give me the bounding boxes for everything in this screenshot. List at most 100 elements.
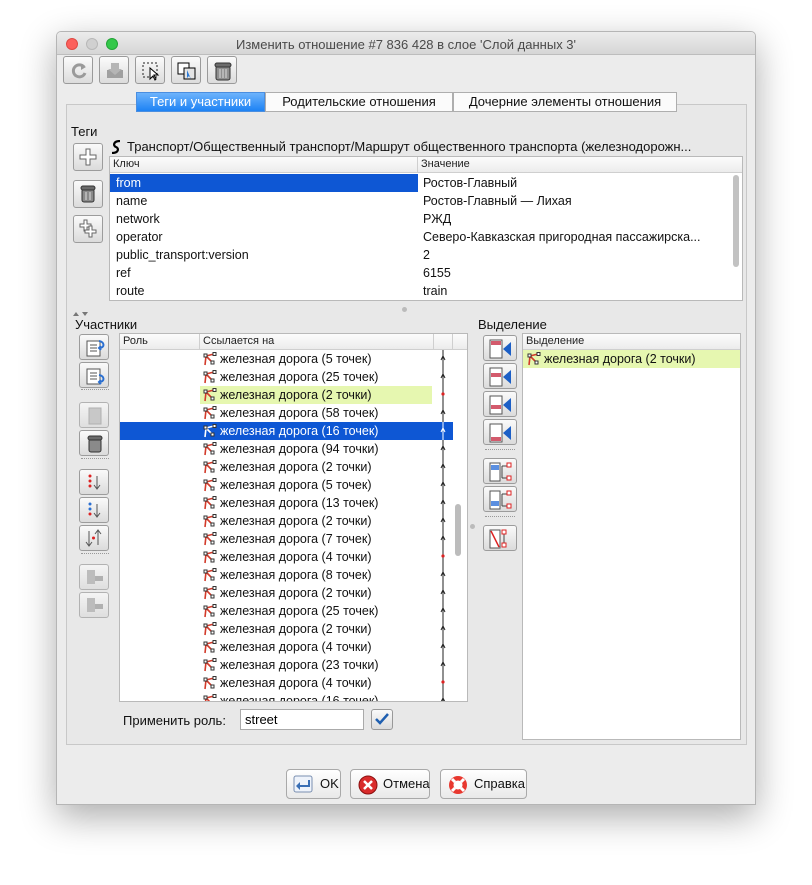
member-row[interactable]: железная дорога (4 точки) bbox=[120, 674, 453, 692]
tag-key[interactable]: from bbox=[116, 174, 416, 192]
member-role[interactable] bbox=[123, 368, 198, 386]
member-reference[interactable]: железная дорога (2 точки) bbox=[200, 512, 432, 530]
member-reference[interactable]: железная дорога (16 точек) bbox=[200, 422, 432, 440]
member-reference[interactable]: железная дорога (5 точек) bbox=[200, 476, 432, 494]
member-row[interactable]: железная дорога (5 точек) bbox=[120, 476, 453, 494]
remove-member-button[interactable] bbox=[79, 430, 109, 456]
move-down-button[interactable] bbox=[79, 362, 109, 388]
apply-role-button[interactable] bbox=[371, 709, 393, 730]
column-header-selection[interactable]: Выделение bbox=[523, 334, 740, 350]
tag-key[interactable]: network bbox=[116, 210, 416, 228]
tag-value[interactable]: 6155 bbox=[423, 264, 727, 282]
member-role[interactable] bbox=[123, 440, 198, 458]
reverse-members-button[interactable] bbox=[79, 525, 109, 551]
member-reference[interactable]: железная дорога (2 точки) bbox=[200, 584, 432, 602]
paste-tags-button[interactable] bbox=[73, 215, 103, 243]
select-members-button[interactable] bbox=[135, 56, 165, 84]
select-members-from-selection-button[interactable] bbox=[483, 486, 517, 512]
add-selected-after-button[interactable] bbox=[483, 391, 517, 417]
column-header-role[interactable]: Роль bbox=[120, 334, 200, 350]
member-row[interactable]: железная дорога (7 точек) bbox=[120, 530, 453, 548]
member-row[interactable]: железная дорога (23 точки) bbox=[120, 656, 453, 674]
member-reference[interactable]: железная дорога (16 точек) bbox=[200, 692, 432, 701]
tag-value[interactable]: Ростов-Главный — Лихая bbox=[423, 192, 727, 210]
member-reference[interactable]: железная дорога (2 точки) bbox=[200, 458, 432, 476]
edit-member-button[interactable] bbox=[79, 402, 109, 428]
member-reference[interactable]: железная дорога (4 точки) bbox=[200, 674, 432, 692]
member-reference[interactable]: железная дорога (94 точки) bbox=[200, 440, 432, 458]
member-reference[interactable]: железная дорога (7 точек) bbox=[200, 530, 432, 548]
tag-row[interactable]: public_transport:version 2 bbox=[110, 246, 730, 264]
member-row[interactable]: железная дорога (13 точек) bbox=[120, 494, 453, 512]
member-row[interactable]: железная дорога (58 точек) bbox=[120, 404, 453, 422]
tag-row[interactable]: network РЖД bbox=[110, 210, 730, 228]
member-role[interactable] bbox=[123, 638, 198, 656]
member-role[interactable] bbox=[123, 566, 198, 584]
member-row[interactable]: железная дорога (2 точки) bbox=[120, 620, 453, 638]
column-header-linkage[interactable] bbox=[434, 334, 453, 350]
member-role[interactable] bbox=[123, 620, 198, 638]
add-selected-first-button[interactable] bbox=[483, 335, 517, 361]
member-row[interactable]: железная дорога (25 точек) bbox=[120, 602, 453, 620]
member-reference[interactable]: железная дорога (23 точки) bbox=[200, 656, 432, 674]
member-reference[interactable]: железная дорога (4 точки) bbox=[200, 638, 432, 656]
tag-key[interactable]: name bbox=[116, 192, 416, 210]
tag-value[interactable]: Северо-Кавказская пригородная пассажирск… bbox=[423, 228, 727, 246]
vertical-splitter-dot[interactable] bbox=[470, 524, 475, 529]
member-row[interactable]: железная дорога (25 точек) bbox=[120, 368, 453, 386]
member-row[interactable]: железная дорога (2 точки) bbox=[120, 512, 453, 530]
member-row[interactable]: железная дорога (4 точки) bbox=[120, 638, 453, 656]
member-reference[interactable]: железная дорога (5 точек) bbox=[200, 350, 432, 368]
help-button[interactable]: Справка bbox=[440, 769, 527, 799]
splitter[interactable] bbox=[71, 306, 743, 316]
remove-selected-members-button[interactable] bbox=[483, 525, 517, 551]
member-row[interactable]: железная дорога (16 точек) bbox=[120, 422, 453, 440]
refresh-button[interactable] bbox=[63, 56, 93, 84]
download-incomplete-button[interactable] bbox=[79, 564, 109, 590]
selection-row[interactable]: железная дорога (2 точки) bbox=[523, 350, 740, 368]
member-reference[interactable]: железная дорога (58 точек) bbox=[200, 404, 432, 422]
tag-key[interactable]: public_transport:version bbox=[116, 246, 416, 264]
tab-parent-relations[interactable]: Родительские отношения bbox=[265, 92, 453, 112]
tab-child-members[interactable]: Дочерние элементы отношения bbox=[453, 92, 677, 112]
ok-button[interactable]: OK bbox=[286, 769, 341, 799]
member-role[interactable] bbox=[123, 548, 198, 566]
tag-value[interactable]: train bbox=[423, 282, 727, 300]
tag-value[interactable]: РЖД bbox=[423, 210, 727, 228]
download-selected-button[interactable] bbox=[79, 592, 109, 618]
member-role[interactable] bbox=[123, 476, 198, 494]
role-input[interactable] bbox=[240, 709, 364, 730]
member-role[interactable] bbox=[123, 350, 198, 368]
sort-below-button[interactable] bbox=[79, 497, 109, 523]
tag-value[interactable]: Ростов-Главный bbox=[423, 174, 727, 192]
column-header-value[interactable]: Значение bbox=[418, 157, 742, 173]
tab-tags-members[interactable]: Теги и участники bbox=[136, 92, 265, 112]
preset-path[interactable]: Транспорт/Общественный транспорт/Маршрут… bbox=[127, 139, 747, 154]
splitter-handle-dot[interactable] bbox=[402, 307, 407, 312]
tags-scroll-thumb[interactable] bbox=[733, 175, 739, 267]
download-button[interactable] bbox=[99, 56, 129, 84]
zoom-to-relation-button[interactable] bbox=[171, 56, 201, 84]
member-row[interactable]: железная дорога (8 точек) bbox=[120, 566, 453, 584]
member-role[interactable] bbox=[123, 656, 198, 674]
member-role[interactable] bbox=[123, 530, 198, 548]
tag-row[interactable]: name Ростов-Главный — Лихая bbox=[110, 192, 730, 210]
cancel-button[interactable]: Отмена bbox=[350, 769, 430, 799]
tag-value-cell[interactable]: Ростов-Главный bbox=[418, 174, 730, 192]
tag-key[interactable]: operator bbox=[116, 228, 416, 246]
member-role[interactable] bbox=[123, 494, 198, 512]
member-role[interactable] bbox=[123, 512, 198, 530]
move-up-button[interactable] bbox=[79, 334, 109, 360]
delete-tag-button[interactable] bbox=[73, 180, 103, 208]
member-reference[interactable]: железная дорога (2 точки) bbox=[200, 620, 432, 638]
member-reference[interactable]: железная дорога (8 точек) bbox=[200, 566, 432, 584]
member-reference[interactable]: железная дорога (13 точек) bbox=[200, 494, 432, 512]
member-reference[interactable]: железная дорога (2 точки) bbox=[200, 386, 432, 404]
member-row[interactable]: железная дорога (2 точки) bbox=[120, 458, 453, 476]
member-row[interactable]: железная дорога (5 точек) bbox=[120, 350, 453, 368]
add-selected-last-button[interactable] bbox=[483, 419, 517, 445]
member-role[interactable] bbox=[123, 692, 198, 701]
column-header-refers-to[interactable]: Ссылается на bbox=[200, 334, 434, 350]
add-tag-button[interactable] bbox=[73, 143, 103, 171]
tag-row[interactable]: route train bbox=[110, 282, 730, 300]
